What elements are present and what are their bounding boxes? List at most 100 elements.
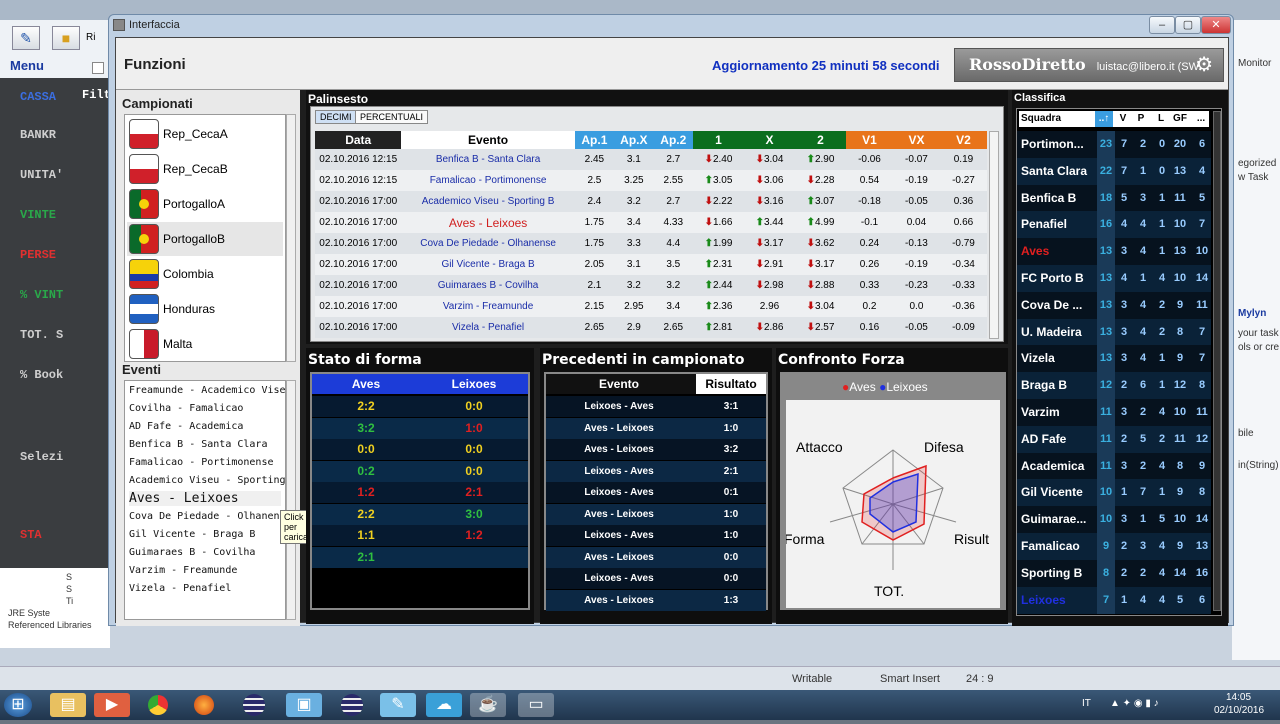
- classifica-row[interactable]: Portimon... 23 7 2 0 20 6: [1017, 131, 1211, 158]
- column-header[interactable]: 2: [795, 131, 846, 149]
- column-header[interactable]: Ap.X: [614, 131, 654, 149]
- table-row[interactable]: 02.10.2016 17:00 Aves - Leixoes 1.75 3.4 4.3…: [315, 212, 987, 233]
- edit-icon[interactable]: ✎: [12, 26, 40, 50]
- evento-item[interactable]: Gil Vicente - Braga B: [129, 529, 255, 540]
- evento-item[interactable]: Guimaraes B - Covilha: [129, 547, 255, 558]
- explorer-icon[interactable]: ▤: [50, 693, 86, 717]
- column-header[interactable]: Data: [315, 131, 402, 149]
- evento-item[interactable]: Cova De Piedade - Olhanense: [129, 511, 285, 522]
- table-row[interactable]: 02.10.2016 17:00 Varzim - Freamunde 2.15 2.…: [315, 296, 987, 317]
- column-header[interactable]: VX: [892, 131, 940, 149]
- classifica-row[interactable]: Famalicao 9 2 3 4 9 13: [1017, 533, 1211, 560]
- campionato-item[interactable]: Honduras: [127, 292, 283, 326]
- eclipse2-icon[interactable]: [334, 693, 370, 717]
- evento-item[interactable]: Famalicao - Portimonense: [129, 457, 274, 468]
- table-row[interactable]: 02.10.2016 17:00 Cova De Piedade - Olhane…: [315, 233, 987, 254]
- network-icon[interactable]: ☁: [426, 693, 462, 717]
- campionato-item[interactable]: Rep_CecaA: [127, 117, 283, 151]
- classifica-column-header[interactable]: Squadra: [1021, 111, 1091, 127]
- classifica-row[interactable]: Sporting B 8 2 2 4 14 16: [1017, 559, 1211, 587]
- title-bar[interactable]: Interfaccia – ▢ ✕: [109, 15, 1233, 37]
- classifica-row[interactable]: Santa Clara 22 7 1 0 13 4: [1017, 157, 1211, 185]
- classifica-column-header[interactable]: ...: [1193, 111, 1209, 127]
- evento-item[interactable]: Vizela - Penafiel: [129, 583, 231, 594]
- classifica-column-header[interactable]: ..↑: [1095, 111, 1113, 127]
- maximize-button[interactable]: ▢: [1175, 16, 1201, 34]
- classifica-row[interactable]: Gil Vicente 10 1 7 1 9 8: [1017, 479, 1211, 507]
- tab-decimi[interactable]: DECIMI: [315, 110, 357, 124]
- clock-time[interactable]: 14:05: [1226, 692, 1251, 703]
- campionato-item[interactable]: PortogalloB: [127, 222, 283, 256]
- close-button[interactable]: ✕: [1201, 16, 1231, 34]
- table-row[interactable]: 02.10.2016 12:15 Famalicao - Portimonense…: [315, 170, 987, 191]
- column-header[interactable]: 1: [693, 131, 744, 149]
- column-header[interactable]: Ap.1: [574, 131, 615, 149]
- table-row[interactable]: 02.10.2016 17:00 Vizela - Penafiel 2.65 2.9…: [315, 317, 987, 338]
- evento-item[interactable]: Academico Viseu - Sporting: [129, 475, 285, 486]
- window-app-icon[interactable]: ▭: [518, 693, 554, 717]
- campionato-item[interactable]: Rep_CecaB: [127, 152, 283, 186]
- start-button[interactable]: ⊞: [4, 693, 32, 717]
- lang-indicator[interactable]: IT: [1082, 698, 1091, 709]
- evento-item[interactable]: AD Fafe - Academica: [129, 421, 243, 432]
- minimize-button[interactable]: –: [1149, 16, 1175, 34]
- evento-item[interactable]: Aves - Leixoes: [129, 491, 281, 506]
- media-icon[interactable]: ▶: [94, 693, 130, 717]
- explorer-item[interactable]: JRE Syste: [8, 608, 50, 618]
- clock-date[interactable]: 02/10/2016: [1214, 705, 1264, 716]
- campionati-scrollbar[interactable]: [286, 114, 296, 362]
- eventi-list[interactable]: Freamunde - Academico Visei Covilha - Fam…: [124, 380, 286, 620]
- eventi-scrollbar[interactable]: [286, 380, 296, 620]
- column-header[interactable]: V2: [939, 131, 987, 149]
- checkbox[interactable]: [92, 62, 104, 74]
- table-row[interactable]: 02.10.2016 17:00 Gil Vicente - Braga B 2.0…: [315, 254, 987, 275]
- eclipse-icon[interactable]: [236, 693, 272, 717]
- classifica-row[interactable]: Varzim 11 3 2 4 10 11: [1017, 399, 1211, 426]
- classifica-column-header[interactable]: P: [1133, 111, 1149, 127]
- firefox-icon[interactable]: [186, 693, 222, 717]
- classifica-column-header[interactable]: GF: [1171, 111, 1189, 127]
- table-row[interactable]: 02.10.2016 12:15 Benfica B - Santa Clara 2…: [315, 149, 987, 170]
- tab-percentuali[interactable]: PERCENTUALI: [355, 110, 429, 124]
- table-row[interactable]: 02.10.2016 17:00 Academico Viseu - Sporti…: [315, 191, 987, 212]
- java-icon[interactable]: ☕: [470, 693, 506, 717]
- chrome-icon[interactable]: [140, 693, 176, 717]
- evento-item[interactable]: Freamunde - Academico Visei: [129, 385, 285, 396]
- table-row[interactable]: 02.10.2016 17:00 Guimaraes B - Covilha 2.1…: [315, 275, 987, 296]
- gear-icon[interactable]: ⚙: [1195, 49, 1213, 81]
- menu-label[interactable]: Menu: [10, 58, 44, 73]
- column-header[interactable]: X: [744, 131, 795, 149]
- evento-item[interactable]: Covilha - Famalicao: [129, 403, 243, 414]
- classifica-row[interactable]: FC Porto B 13 4 1 4 10 14: [1017, 265, 1211, 292]
- classifica-row[interactable]: Leixoes 7 1 4 4 5 6: [1017, 586, 1211, 614]
- classifica-row[interactable]: Braga B 12 2 6 1 12 8: [1017, 372, 1211, 400]
- explorer-item[interactable]: Ti: [66, 596, 73, 606]
- app-icon[interactable]: ▣: [286, 693, 322, 717]
- classifica-row[interactable]: Academica 11 3 2 4 8 9: [1017, 452, 1211, 480]
- classifica-scrollbar[interactable]: [1213, 111, 1221, 611]
- column-header[interactable]: Evento: [401, 131, 575, 149]
- classifica-row[interactable]: Aves 13 3 4 1 13 10: [1017, 238, 1211, 266]
- classifica-column-header[interactable]: L: [1153, 111, 1169, 127]
- column-header[interactable]: V1: [846, 131, 893, 149]
- classifica-row[interactable]: AD Fafe 11 2 5 2 11 12: [1017, 425, 1211, 453]
- classifica-row[interactable]: Cova De ... 13 3 4 2 9 11: [1017, 291, 1211, 319]
- campionato-item[interactable]: Colombia: [127, 257, 283, 291]
- explorer-item[interactable]: S: [66, 584, 72, 594]
- classifica-column-header[interactable]: V: [1115, 111, 1131, 127]
- folder-icon[interactable]: ■: [52, 26, 80, 50]
- classifica-row[interactable]: Guimarae... 10 3 1 5 10 14: [1017, 506, 1211, 534]
- palinsesto-scrollbar[interactable]: [989, 131, 999, 339]
- classifica-row[interactable]: Penafiel 16 4 4 1 10 7: [1017, 211, 1211, 239]
- evento-item[interactable]: Varzim - Freamunde: [129, 565, 237, 576]
- campionato-item[interactable]: PortogalloA: [127, 187, 283, 221]
- notepad-icon[interactable]: ✎: [380, 693, 416, 717]
- evento-item[interactable]: Benfica B - Santa Clara: [129, 439, 267, 450]
- classifica-row[interactable]: Vizela 13 3 4 1 9 7: [1017, 345, 1211, 373]
- column-header[interactable]: Ap.2: [653, 131, 693, 149]
- explorer-item[interactable]: S: [66, 572, 72, 582]
- classifica-row[interactable]: U. Madeira 13 3 4 2 8 7: [1017, 318, 1211, 346]
- classifica-row[interactable]: Benfica B 18 5 3 1 11 5: [1017, 184, 1211, 212]
- campionati-list[interactable]: Rep_CecaA Rep_CecaB PortogalloA PortogalloB…: [124, 114, 286, 362]
- campionato-item[interactable]: Malta: [127, 327, 283, 361]
